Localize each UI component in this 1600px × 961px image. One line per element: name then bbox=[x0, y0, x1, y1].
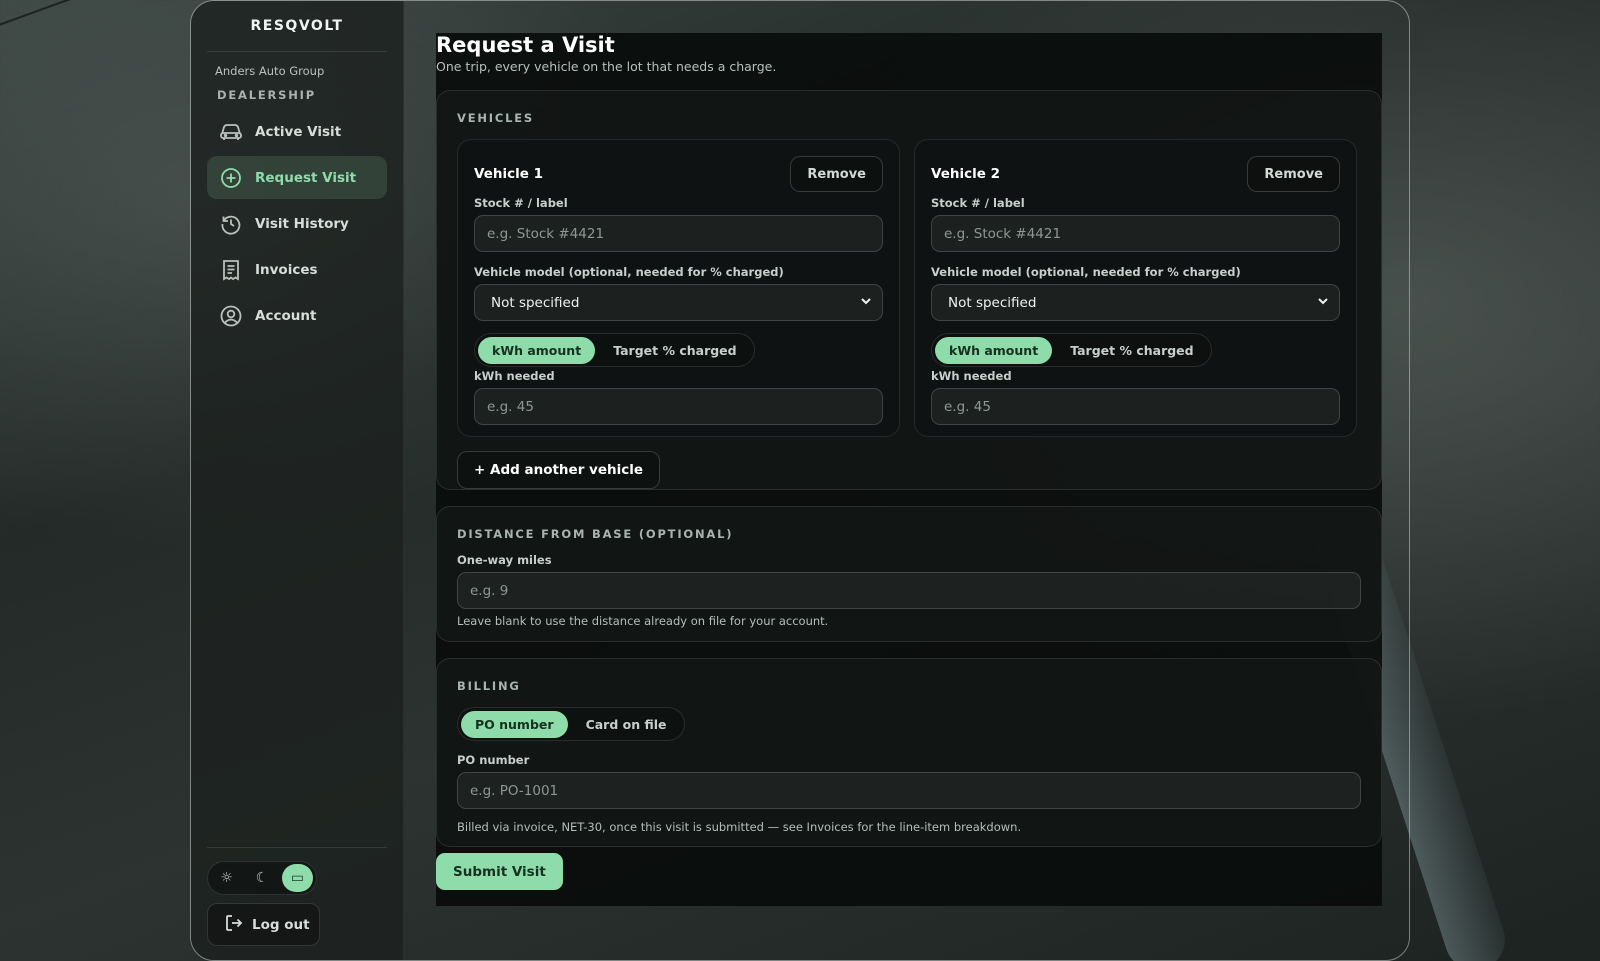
add-vehicle-button[interactable]: + Add another vehicle bbox=[457, 451, 661, 489]
billing-po-option[interactable]: PO number bbox=[461, 710, 568, 738]
remove-vehicle-button[interactable]: Remove bbox=[1247, 156, 1340, 192]
charge-mode-toggle: kWh amount Target % charged bbox=[931, 333, 1212, 367]
section-label: DISTANCE FROM BASE (OPTIONAL) bbox=[457, 527, 734, 541]
submit-visit-button[interactable]: Submit Visit bbox=[436, 853, 563, 890]
history-icon bbox=[219, 212, 243, 236]
mode-kwh-option[interactable]: kWh amount bbox=[478, 336, 596, 364]
billing-section: BILLING PO number Card on file PO number… bbox=[436, 658, 1382, 847]
stock-label: Stock # / label bbox=[474, 196, 568, 210]
model-select-value: Not specified bbox=[948, 294, 1037, 311]
po-label: PO number bbox=[457, 753, 530, 767]
charge-mode-toggle: kWh amount Target % charged bbox=[474, 333, 755, 367]
system-icon[interactable]: ▭ bbox=[281, 864, 313, 892]
distance-section: DISTANCE FROM BASE (OPTIONAL) One-way mi… bbox=[436, 506, 1382, 642]
sidebar-footer: ☼ ☾ ▭ Log out bbox=[207, 847, 387, 946]
plus-circle-icon bbox=[219, 166, 243, 190]
chevron-down-icon bbox=[1317, 295, 1329, 311]
remove-vehicle-button[interactable]: Remove bbox=[790, 156, 883, 192]
receipt-icon bbox=[219, 258, 243, 282]
kwh-label: kWh needed bbox=[931, 369, 1012, 383]
page-subtitle: One trip, every vehicle on the lot that … bbox=[436, 59, 777, 74]
kwh-input[interactable]: e.g. 45 bbox=[931, 388, 1340, 425]
model-label: Vehicle model (optional, needed for % ch… bbox=[931, 265, 1241, 279]
sidebar-item-account[interactable]: Account bbox=[207, 294, 387, 337]
model-select[interactable]: Not specified bbox=[474, 284, 883, 321]
sidebar-item-active-visit[interactable]: Active Visit bbox=[207, 110, 387, 153]
sidebar-item-invoices[interactable]: Invoices bbox=[207, 248, 387, 291]
miles-label: One-way miles bbox=[457, 553, 552, 567]
distance-help-text: Leave blank to use the distance already … bbox=[457, 614, 829, 628]
moon-icon[interactable]: ☾ bbox=[246, 864, 277, 892]
sidebar-nav: Active Visit Request Visit Visit History… bbox=[207, 110, 387, 337]
stock-input[interactable]: e.g. Stock #4421 bbox=[474, 215, 883, 252]
sidebar-item-label: Invoices bbox=[255, 261, 318, 278]
kwh-input[interactable]: e.g. 45 bbox=[474, 388, 883, 425]
vehicle-title: Vehicle 1 bbox=[474, 166, 543, 182]
sidebar-item-label: Visit History bbox=[255, 215, 349, 232]
billing-method-toggle: PO number Card on file bbox=[457, 707, 685, 741]
mode-percent-option[interactable]: Target % charged bbox=[1056, 337, 1207, 364]
mode-percent-option[interactable]: Target % charged bbox=[599, 337, 750, 364]
sidebar-item-label: Account bbox=[255, 307, 317, 324]
sidebar-item-visit-history[interactable]: Visit History bbox=[207, 202, 387, 245]
logout-icon bbox=[224, 913, 244, 937]
billing-card-option[interactable]: Card on file bbox=[572, 711, 681, 738]
billing-help-text: Billed via invoice, NET-30, once this vi… bbox=[457, 820, 1022, 834]
vehicles-section: VEHICLES Vehicle 1 Remove Stock # / labe… bbox=[436, 90, 1382, 490]
sidebar-section-label: DEALERSHIP bbox=[217, 88, 316, 102]
chevron-down-icon bbox=[860, 295, 872, 311]
organization-name: Anders Auto Group bbox=[215, 64, 325, 78]
mode-kwh-option[interactable]: kWh amount bbox=[935, 336, 1053, 364]
vehicle-card: Vehicle 2 Remove Stock # / label e.g. St… bbox=[914, 139, 1357, 437]
sidebar-item-label: Active Visit bbox=[255, 123, 342, 140]
model-label: Vehicle model (optional, needed for % ch… bbox=[474, 265, 784, 279]
theme-toggle: ☼ ☾ ▭ bbox=[207, 861, 317, 895]
sidebar-item-label: Request Visit bbox=[255, 169, 357, 186]
kwh-label: kWh needed bbox=[474, 369, 555, 383]
request-visit-panel: Request a Visit One trip, every vehicle … bbox=[436, 33, 1382, 906]
section-label: BILLING bbox=[457, 679, 521, 693]
app-window: RESQVOLT Anders Auto Group DEALERSHIP Ac… bbox=[190, 0, 1410, 961]
sun-icon[interactable]: ☼ bbox=[211, 864, 242, 892]
model-select[interactable]: Not specified bbox=[931, 284, 1340, 321]
page-title: Request a Visit bbox=[436, 33, 615, 57]
logout-button[interactable]: Log out bbox=[207, 903, 320, 946]
vehicle-title: Vehicle 2 bbox=[931, 166, 1000, 182]
section-label: VEHICLES bbox=[457, 111, 534, 125]
main-content: Request a Visit One trip, every vehicle … bbox=[404, 1, 1409, 960]
sidebar-item-request-visit[interactable]: Request Visit bbox=[207, 156, 387, 199]
brand-logo: RESQVOLT bbox=[207, 1, 387, 52]
user-circle-icon bbox=[219, 304, 243, 328]
sidebar: RESQVOLT Anders Auto Group DEALERSHIP Ac… bbox=[191, 1, 404, 960]
stock-label: Stock # / label bbox=[931, 196, 1025, 210]
vehicle-card: Vehicle 1 Remove Stock # / label e.g. St… bbox=[457, 139, 900, 437]
logout-label: Log out bbox=[252, 916, 310, 933]
model-select-value: Not specified bbox=[491, 294, 580, 311]
po-input[interactable]: e.g. PO-1001 bbox=[457, 772, 1361, 809]
miles-input[interactable]: e.g. 9 bbox=[457, 572, 1361, 609]
stock-input[interactable]: e.g. Stock #4421 bbox=[931, 215, 1340, 252]
car-icon bbox=[219, 120, 243, 144]
